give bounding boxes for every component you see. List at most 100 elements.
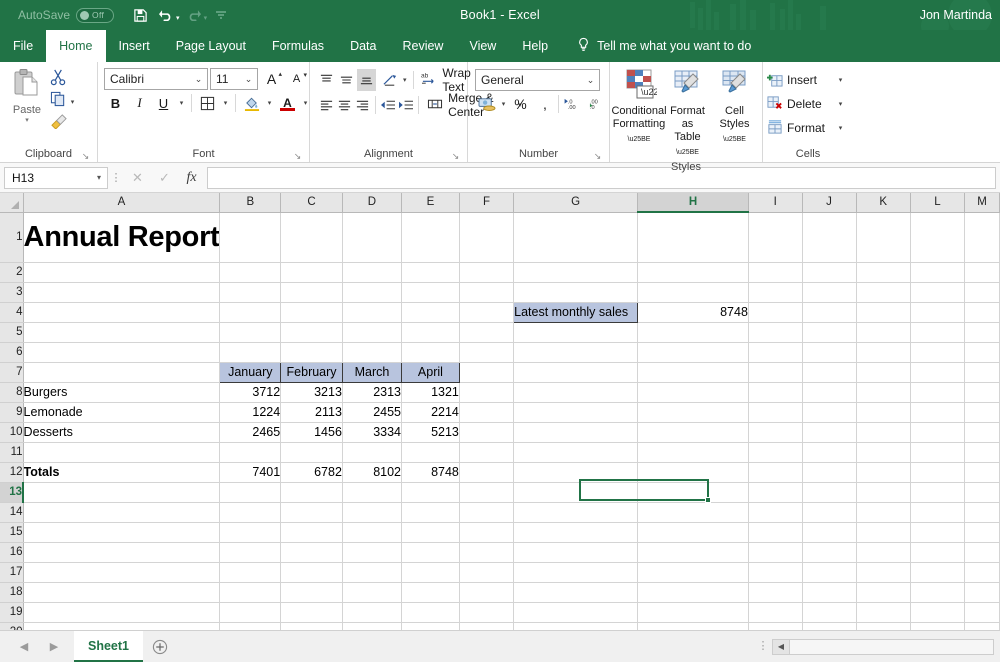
cell-j20[interactable] (802, 622, 857, 630)
number-dialog-launcher[interactable]: ↘ (593, 152, 602, 161)
cell-m20[interactable] (964, 622, 1000, 630)
cell-j1[interactable] (802, 212, 857, 263)
cell-m1[interactable] (964, 212, 1000, 263)
cell-m6[interactable] (964, 342, 1000, 363)
cell-l5[interactable] (910, 322, 966, 343)
cell-m9[interactable] (964, 402, 1000, 423)
column-header-d[interactable]: D (342, 193, 403, 213)
cell-g2[interactable] (513, 262, 639, 283)
cell-f7[interactable] (459, 362, 515, 383)
cell-g1[interactable] (513, 212, 639, 263)
cell-i2[interactable] (748, 262, 803, 283)
cell-i5[interactable] (748, 322, 803, 343)
cell-l14[interactable] (910, 502, 966, 523)
row-header-18[interactable]: 18 (0, 582, 24, 603)
cell-j8[interactable] (802, 382, 857, 403)
cell-j15[interactable] (802, 522, 857, 543)
bold-button[interactable]: B (104, 92, 127, 114)
paste-button[interactable]: Paste ▾ (4, 65, 50, 124)
cell-a14[interactable] (23, 502, 221, 523)
cell-c9[interactable]: 2113 (280, 402, 343, 423)
cell-g6[interactable] (513, 342, 639, 363)
cell-l18[interactable] (910, 582, 966, 603)
cell-h2[interactable] (637, 262, 749, 283)
align-center-icon[interactable] (335, 94, 353, 116)
insert-cells-button[interactable]: Insert ▾ (767, 68, 846, 92)
cell-e20[interactable] (401, 622, 460, 630)
row-header-3[interactable]: 3 (0, 282, 24, 303)
cell-d12[interactable]: 8102 (342, 462, 403, 483)
scroll-left-icon[interactable]: ◀ (773, 639, 790, 654)
confirm-entry-icon[interactable]: ✓ (151, 167, 178, 189)
cell-b2[interactable] (219, 262, 282, 283)
chevron-down-icon[interactable]: ⌄ (582, 75, 599, 86)
undo-icon[interactable] (154, 3, 178, 27)
autosave-control[interactable]: AutoSave Off (18, 7, 115, 23)
cell-k6[interactable] (856, 342, 911, 363)
sheet-tab-sheet1[interactable]: Sheet1 (74, 631, 143, 662)
cell-a20[interactable] (23, 622, 221, 630)
cell-i13[interactable] (748, 482, 803, 503)
cell-g14[interactable] (513, 502, 639, 523)
cell-i11[interactable] (748, 442, 803, 463)
cell-i19[interactable] (748, 602, 803, 623)
cell-c6[interactable] (280, 342, 343, 363)
redo-dropdown-icon[interactable]: ▾ (204, 14, 208, 22)
cell-e17[interactable] (401, 562, 460, 583)
tab-help[interactable]: Help (509, 30, 561, 62)
cell-f8[interactable] (459, 382, 515, 403)
comma-style-button[interactable]: , (532, 93, 555, 115)
cell-h6[interactable] (637, 342, 749, 363)
cell-k20[interactable] (856, 622, 911, 630)
cell-i6[interactable] (748, 342, 803, 363)
cell-j10[interactable] (802, 422, 857, 443)
cell-a18[interactable] (23, 582, 221, 603)
cell-c14[interactable] (280, 502, 343, 523)
cell-e12[interactable]: 8748 (401, 462, 460, 483)
formula-bar-grip[interactable]: ⋮ (108, 172, 124, 183)
cell-d16[interactable] (342, 542, 403, 563)
tab-file[interactable]: File (0, 30, 46, 62)
cell-j19[interactable] (802, 602, 857, 623)
cell-c2[interactable] (280, 262, 343, 283)
cell-k12[interactable] (856, 462, 911, 483)
orientation-dropdown-icon[interactable]: ▾ (400, 76, 409, 84)
cell-i10[interactable] (748, 422, 803, 443)
row-header-8[interactable]: 8 (0, 382, 24, 403)
cell-e9[interactable]: 2214 (401, 402, 460, 423)
cell-b6[interactable] (219, 342, 282, 363)
cell-a19[interactable] (23, 602, 221, 623)
cell-b14[interactable] (219, 502, 282, 523)
customize-qat-icon[interactable] (209, 3, 233, 27)
cell-h7[interactable] (637, 362, 749, 383)
formula-input[interactable] (207, 166, 996, 189)
select-all-corner[interactable] (0, 193, 24, 213)
cell-m3[interactable] (964, 282, 1000, 303)
cell-e2[interactable] (401, 262, 460, 283)
cell-m2[interactable] (964, 262, 1000, 283)
column-header-m[interactable]: M (964, 193, 1000, 213)
number-format-combo[interactable]: General ⌄ (475, 69, 600, 91)
cell-f2[interactable] (459, 262, 515, 283)
cell-g5[interactable] (513, 322, 639, 343)
column-header-g[interactable]: G (513, 193, 639, 213)
cell-c17[interactable] (280, 562, 343, 583)
cell-l4[interactable] (910, 302, 966, 323)
cell-i17[interactable] (748, 562, 803, 583)
cell-g18[interactable] (513, 582, 639, 603)
user-account-name[interactable]: Jon Martinda (920, 8, 992, 22)
cell-f3[interactable] (459, 282, 515, 303)
tab-insert[interactable]: Insert (106, 30, 163, 62)
cell-g16[interactable] (513, 542, 639, 563)
autosave-toggle[interactable]: Off (76, 7, 115, 23)
cell-g12[interactable] (513, 462, 639, 483)
scroll-grip-icon[interactable]: ⋮ (754, 641, 772, 652)
cell-e11[interactable] (401, 442, 460, 463)
cell-d9[interactable]: 2455 (342, 402, 403, 423)
cell-m7[interactable] (964, 362, 1000, 383)
column-header-b[interactable]: B (219, 193, 282, 213)
align-right-icon[interactable] (354, 94, 372, 116)
insert-function-icon[interactable]: fx (178, 167, 205, 189)
cell-h11[interactable] (637, 442, 749, 463)
cell-a9[interactable]: Lemonade (23, 402, 221, 423)
